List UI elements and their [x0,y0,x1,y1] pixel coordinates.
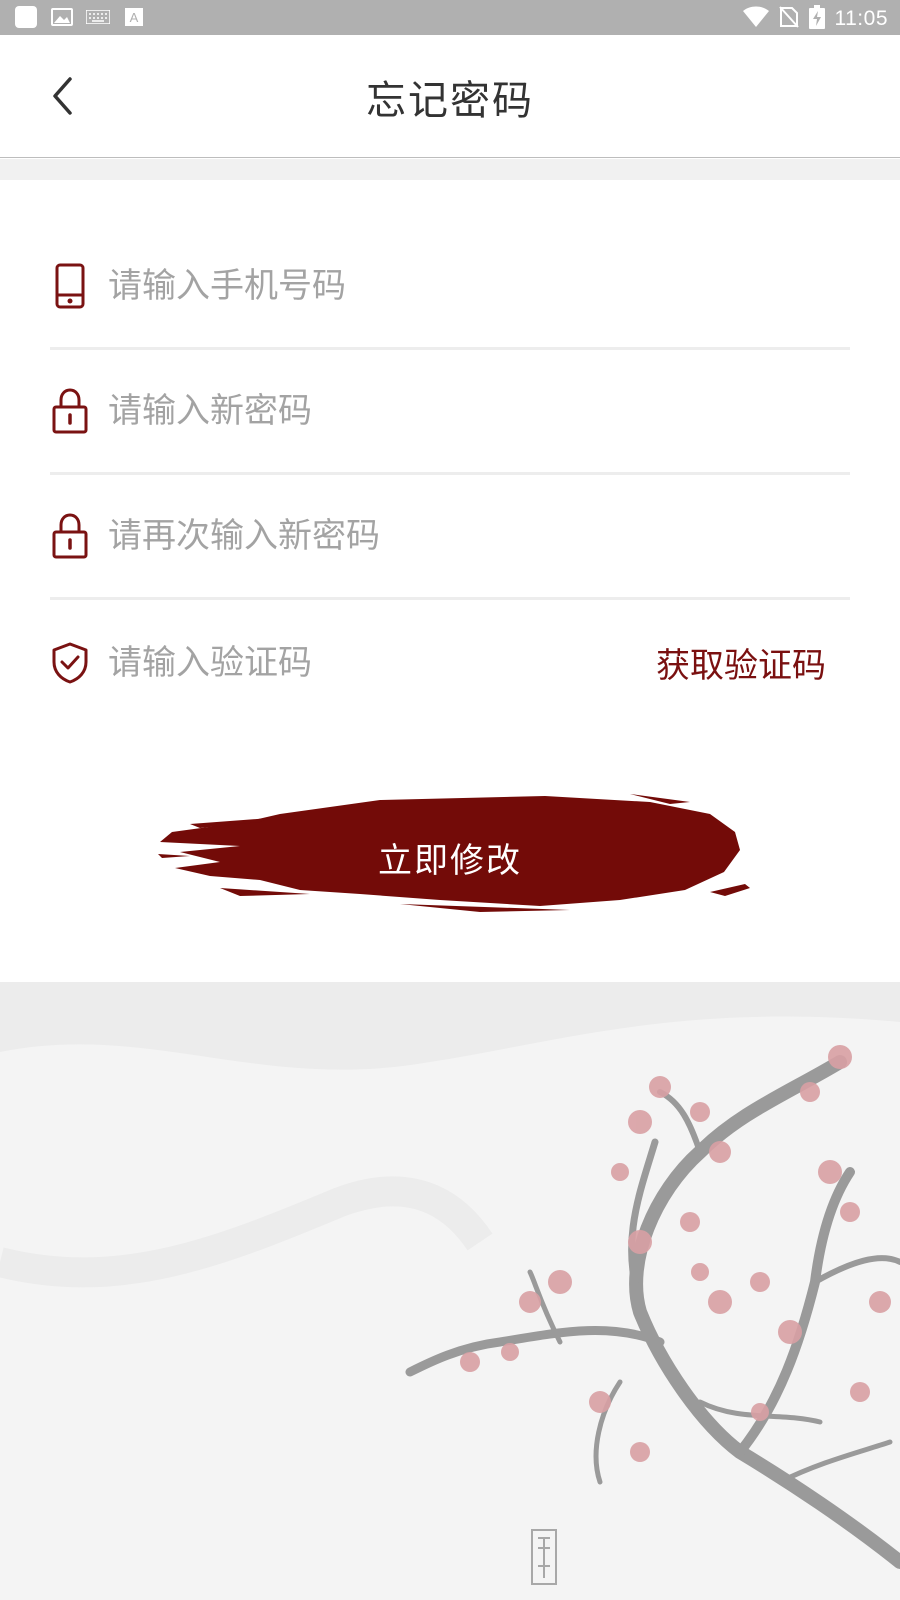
status-time: 11:05 [834,7,888,30]
submit-button[interactable]: 立即修改 [150,792,750,922]
chevron-left-icon [53,77,72,115]
verification-code-input[interactable] [108,642,588,683]
no-sim-icon [778,6,799,32]
wifi-icon [742,6,769,32]
svg-text:A: A [130,10,139,25]
text-icon: A [122,6,146,28]
shield-check-icon [50,639,90,687]
lock-icon [50,512,90,560]
new-password-input[interactable] [108,391,628,431]
confirm-password-row [50,475,850,600]
new-password-row [50,350,850,475]
confirm-password-input[interactable] [108,516,628,556]
get-code-button[interactable]: 获取验证码 [656,638,826,687]
plum-blossom-illustration [0,982,900,1600]
lock-icon [50,387,90,435]
phone-input[interactable] [108,266,628,306]
page-title: 忘记密码 [366,77,534,124]
image-icon [50,6,74,28]
status-left-icons: A [14,6,146,28]
battery-charging-icon [808,5,825,33]
phone-icon [50,262,90,310]
verification-row: 获取验证码 [50,600,850,725]
back-button[interactable] [42,73,82,119]
app-icon [14,6,38,28]
submit-label: 立即修改 [378,840,522,881]
nav-bar: 忘记密码 [0,35,900,158]
keyboard-icon [86,6,110,28]
reset-password-form: 获取验证码 立即修改 [0,180,900,982]
status-right-icons: 11:05 [742,5,889,33]
phone-row [50,225,850,350]
status-bar: A 11:05 [0,0,900,35]
header-separator [0,159,900,180]
